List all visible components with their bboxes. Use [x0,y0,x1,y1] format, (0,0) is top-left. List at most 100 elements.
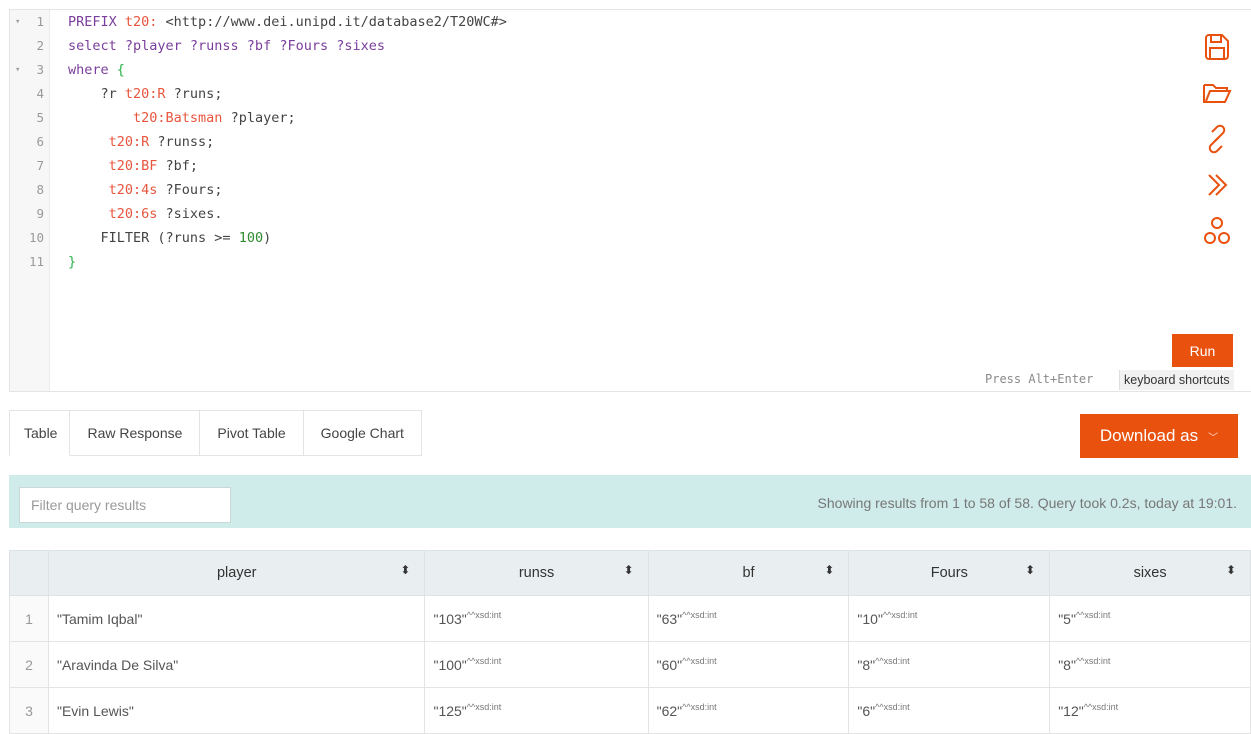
column-header-bf[interactable]: bf ⬍ [647,550,850,596]
code-line[interactable]: } [68,250,76,274]
tab-google-chart[interactable]: Google Chart [303,410,422,456]
code-line[interactable]: t20:Batsman ?player; [68,106,296,130]
line-number: 3 [36,62,44,77]
sort-icon[interactable]: ⬍ [400,563,410,577]
double-chevron-right-icon[interactable] [1192,166,1242,204]
cell-player: "Aravinda De Silva" [47,641,426,688]
cell-bf: "60"^^xsd:int [647,641,850,688]
table-row: 1 "Tamim Iqbal" "103"^^xsd:int "63"^^xsd… [9,595,1251,642]
code-token: 100 [238,230,264,246]
code-token: ?sixes. [157,206,223,222]
sort-icon[interactable]: ⬍ [1025,563,1035,577]
column-header-runss[interactable]: runss ⬍ [424,550,649,596]
sort-icon[interactable]: ⬍ [1226,563,1236,577]
datatype-label: ^^xsd:int [466,610,502,620]
column-header-label: player [216,565,257,581]
datatype-label: ^^xsd:int [882,610,918,620]
code-token: PREFIX [68,14,125,30]
sort-icon[interactable]: ⬍ [824,563,834,577]
cell-value: "125" [433,703,467,719]
line-number: 11 [28,254,44,269]
code-token: t20:4s [108,182,158,198]
query-editor[interactable]: ▾ ▾ 1 2 3 4 5 6 7 8 9 10 11 PREFIX t20: … [9,9,1251,392]
code-token: } [68,254,77,270]
code-token: ?player; [222,110,296,126]
column-header-label: bf [742,565,755,581]
folder-open-icon[interactable] [1192,74,1242,112]
code-line[interactable]: PREFIX t20: <http://www.dei.unipd.it/dat… [68,10,507,34]
row-index: 1 [9,595,49,642]
download-as-button[interactable]: Download as ﹀ [1080,414,1238,458]
table-row: 2 "Aravinda De Silva" "100"^^xsd:int "60… [9,641,1251,688]
cell-sixes: "5"^^xsd:int [1049,595,1251,642]
datatype-label: ^^xsd:int [682,656,717,666]
cell-fours: "10"^^xsd:int [848,595,1051,642]
link-icon[interactable] [1192,120,1242,158]
code-token: ) [263,230,272,246]
datatype-label: ^^xsd:int [1075,656,1111,666]
alt-enter-hint: Press Alt+Enter [985,372,1094,386]
code-token: where [68,62,117,78]
code-line[interactable]: t20:6s ?sixes. [68,202,223,226]
code-token: ?r [68,86,125,102]
index-header [9,550,49,596]
cell-value: "5" [1058,611,1076,627]
code-line[interactable]: ?r t20:R ?runs; [68,82,223,106]
code-line[interactable]: t20:4s ?Fours; [68,178,223,202]
results-status: Showing results from 1 to 58 of 58. Quer… [817,495,1237,511]
code-line[interactable]: t20:BF ?bf; [68,154,198,178]
code-token: <http://www.dei.unipd.it/database2/T20WC… [157,14,507,30]
table-header-row: player ⬍ runss ⬍ bf ⬍ Fours ⬍ sixes ⬍ [9,550,1251,596]
code-token: FILTER (?runs >= [68,230,239,246]
line-number: 1 [36,14,44,29]
column-header-sixes[interactable]: sixes ⬍ [1049,550,1251,596]
tab-pivot-table[interactable]: Pivot Table [200,410,304,456]
datatype-label: ^^xsd:int [682,610,717,620]
code-token: t20:R [108,134,150,150]
tab-table[interactable]: Table [9,410,71,456]
cell-value: "10" [857,611,883,627]
filter-input[interactable] [19,487,231,523]
result-tabs: Table Raw Response Pivot Table Google Ch… [9,410,422,456]
datatype-label: ^^xsd:int [682,702,717,712]
chevron-down-icon: ﹀ [1208,432,1219,444]
cell-value: "100" [433,657,467,673]
table-row: 3 "Evin Lewis" "125"^^xsd:int "62"^^xsd:… [9,687,1251,734]
code-token: ?bf; [157,158,199,174]
code-token: t20:Batsman [133,110,223,126]
cell-value: "103" [433,611,467,627]
code-token: t20:BF [108,158,158,174]
code-line[interactable]: t20:R ?runss; [68,130,215,154]
line-number: 8 [36,182,44,197]
cell-value: "8" [857,657,876,673]
row-index: 3 [9,687,49,734]
code-token: select ?player ?runss ?bf ?Fours ?sixes [68,38,385,54]
results-table: player ⬍ runss ⬍ bf ⬍ Fours ⬍ sixes ⬍ 1 "Tami… [9,550,1251,734]
run-button[interactable]: Run [1172,334,1233,367]
cell-sixes: "8"^^xsd:int [1049,641,1251,688]
code-token: ?runss; [149,134,215,150]
code-token: ?Fours; [157,182,223,198]
save-icon[interactable] [1192,28,1242,66]
cell-runss: "100"^^xsd:int [424,641,649,688]
line-number: 7 [36,158,44,173]
column-header-label: sixes [1133,565,1167,581]
keyboard-shortcuts-link[interactable]: keyboard shortcuts [1119,370,1234,390]
column-header-player[interactable]: player ⬍ [47,550,426,596]
share-nodes-icon[interactable] [1192,212,1242,250]
datatype-label: ^^xsd:int [466,656,502,666]
column-header-fours[interactable]: Fours ⬍ [848,550,1051,596]
datatype-label: ^^xsd:int [1075,610,1111,620]
sort-icon[interactable]: ⬍ [624,563,634,577]
code-line[interactable]: FILTER (?runs >= 100) [68,226,272,250]
line-number: 5 [36,110,44,125]
tab-raw-response[interactable]: Raw Response [70,410,201,456]
code-line[interactable]: select ?player ?runss ?bf ?Fours ?sixes [68,34,385,58]
code-line[interactable]: where { [68,58,125,82]
download-as-label: Download as [1099,426,1199,445]
line-number: 9 [36,206,44,221]
code-token: t20:R [124,86,166,102]
cell-value: "8" [1058,657,1076,673]
